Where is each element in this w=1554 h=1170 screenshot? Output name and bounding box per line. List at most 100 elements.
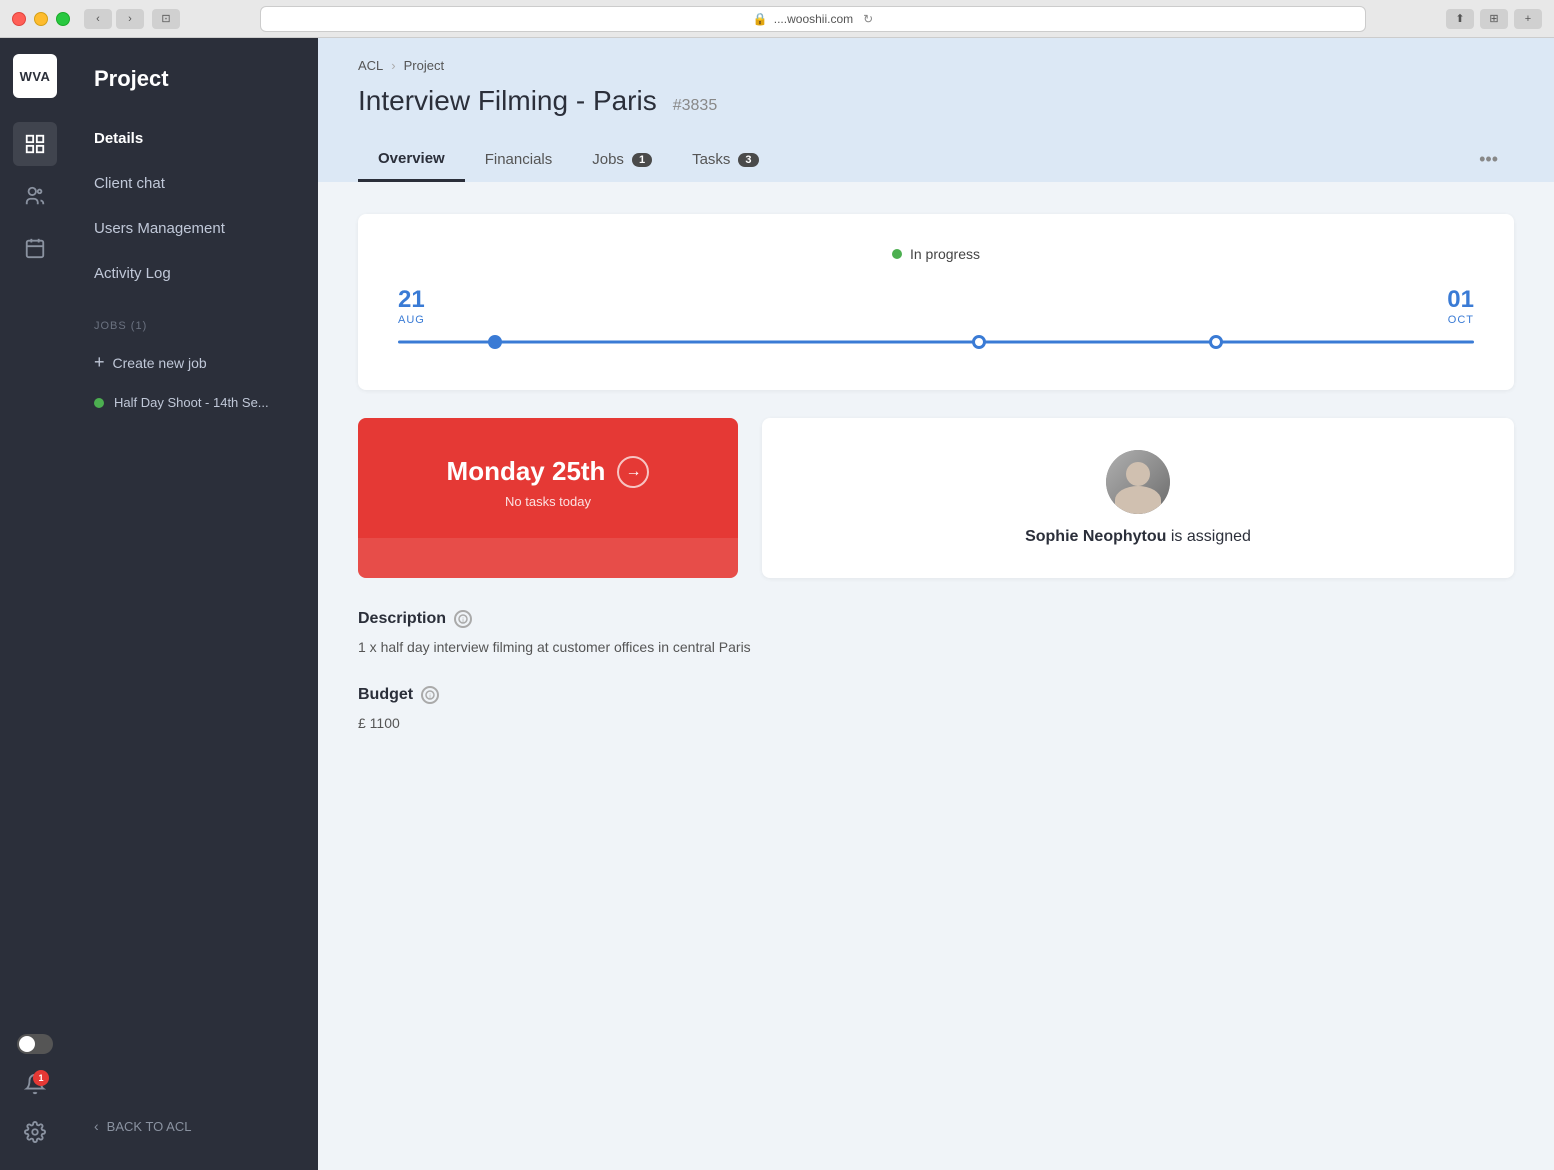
theme-toggle[interactable] [17,1034,53,1054]
timeline-card: In progress 21 AUG 01 OCT [358,214,1514,390]
budget-section: Budget i £ 1100 [358,686,1514,734]
date-card: Monday 25th → No tasks today [358,418,738,578]
assigned-name: Sophie Neophytou is assigned [1025,528,1251,546]
budget-info-icon[interactable]: i [421,686,439,704]
window-right-buttons: ⬆ ⊞ + [1446,9,1542,29]
logo: WVA [13,54,57,98]
timeline-end: 01 OCT [1447,286,1474,326]
description-section: Description i 1 x half day interview fil… [358,610,1514,658]
window-nav-buttons: ‹ › ⊡ [84,9,180,29]
chevron-left-icon: ‹ [94,1118,99,1134]
projects-icon[interactable] [13,122,57,166]
reload-icon[interactable]: ↻ [863,12,873,26]
job-list-item[interactable]: Half Day Shoot - 14th Se... [70,385,318,420]
project-title: Interview Filming - Paris [358,85,657,117]
timeline-dot-start [488,335,502,349]
project-id: #3835 [673,97,718,115]
users-icon[interactable] [13,174,57,218]
arrow-icon: → [625,463,641,481]
back-to-acl-button[interactable]: ‹ BACK TO ACL [70,1102,318,1150]
notification-badge: 1 [33,1070,49,1086]
tab-financials[interactable]: Financials [465,139,573,180]
tasks-badge: 3 [738,153,758,167]
jobs-section-label: JOBS (1) [70,296,318,340]
main-header: ACL › Project Interview Filming - Paris … [318,38,1554,182]
create-new-job-button[interactable]: + Create new job [70,340,318,385]
expand-button[interactable]: ⊡ [152,9,180,29]
plus-icon: + [94,352,105,373]
sidebar-nav: Details Client chat Users Management Act… [70,116,318,296]
status-dot [892,249,902,259]
description-label-row: Description i [358,610,1514,628]
tab-tasks[interactable]: Tasks 3 [672,139,778,180]
status-text: In progress [910,246,980,262]
date-card-inner: Monday 25th → No tasks today [358,418,738,538]
timeline-dot-mid2 [1209,335,1223,349]
budget-label-row: Budget i [358,686,1514,704]
notifications-button[interactable]: 1 [17,1066,53,1102]
date-card-main: Monday 25th → [447,456,650,488]
settings-button[interactable] [17,1114,53,1150]
budget-value: £ 1100 [358,712,1514,734]
toggle-knob [19,1036,35,1052]
rail-bottom: 1 [17,1034,53,1170]
tab-overview[interactable]: Overview [358,138,465,182]
sidebar-item-details[interactable]: Details [70,116,318,161]
lock-icon: 🔒 [753,12,768,26]
breadcrumb: ACL › Project [358,58,1514,73]
avatar-face [1106,450,1170,514]
address-bar[interactable]: 🔒 ....wooshii.com ↻ [260,6,1366,32]
job-label: Half Day Shoot - 14th Se... [114,395,269,410]
end-date-mon: OCT [1448,314,1474,326]
start-date-mon: AUG [398,314,425,326]
budget-label: Budget [358,686,413,704]
sidebar-item-client-chat[interactable]: Client chat [70,161,318,206]
create-job-label: Create new job [113,355,207,371]
date-card-footer [358,538,738,578]
breadcrumb-acl[interactable]: ACL [358,58,383,73]
tab-jobs[interactable]: Jobs 1 [572,139,672,180]
sidebar-title: Project [70,38,318,116]
fullscreen-window-button[interactable] [56,12,70,26]
back-button[interactable]: ‹ [84,9,112,29]
sidebar: Project Details Client chat Users Manage… [70,38,318,1170]
forward-button[interactable]: › [116,9,144,29]
job-status-dot [94,398,104,408]
share-button[interactable]: ⬆ [1446,9,1474,29]
status-row: In progress [398,246,1474,262]
timeline-dot-mid1 [972,335,986,349]
content-body: In progress 21 AUG 01 OCT [318,182,1554,1170]
date-card-arrow-button[interactable]: → [617,456,649,488]
icon-rail: WVA [0,38,70,1170]
window-chrome: ‹ › ⊡ 🔒 ....wooshii.com ↻ ⬆ ⊞ + [0,0,1554,38]
description-info-icon[interactable]: i [454,610,472,628]
toggle-switch[interactable] [17,1034,53,1054]
cards-row: Monday 25th → No tasks today [358,418,1514,578]
timeline-dates: 21 AUG 01 OCT [398,286,1474,326]
assigned-card: Sophie Neophytou is assigned [762,418,1514,578]
minimize-window-button[interactable] [34,12,48,26]
main-content: ACL › Project Interview Filming - Paris … [318,38,1554,1170]
tabs-more-button[interactable]: ••• [1463,137,1514,182]
calendar-icon[interactable] [13,226,57,270]
traffic-lights [12,12,70,26]
close-window-button[interactable] [12,12,26,26]
project-title-row: Interview Filming - Paris #3835 [358,85,1514,117]
timeline-dots [398,334,1474,350]
timeline-start: 21 AUG [398,286,425,326]
reader-button[interactable]: ⊞ [1480,9,1508,29]
sidebar-item-users-management[interactable]: Users Management [70,206,318,251]
date-card-subtitle: No tasks today [505,494,591,509]
breadcrumb-separator: › [391,58,395,73]
jobs-badge: 1 [632,153,652,167]
date-card-title: Monday 25th [447,456,606,487]
tabs-row: Overview Financials Jobs 1 Tasks 3 ••• [358,137,1514,182]
end-date-num: 01 [1447,286,1474,314]
description-label: Description [358,610,446,628]
description-value: 1 x half day interview filming at custom… [358,636,1514,658]
url-text: ....wooshii.com [774,12,853,26]
sidebar-item-activity-log[interactable]: Activity Log [70,251,318,296]
breadcrumb-project: Project [404,58,444,73]
new-tab-button[interactable]: + [1514,9,1542,29]
back-label: BACK TO ACL [107,1119,192,1134]
